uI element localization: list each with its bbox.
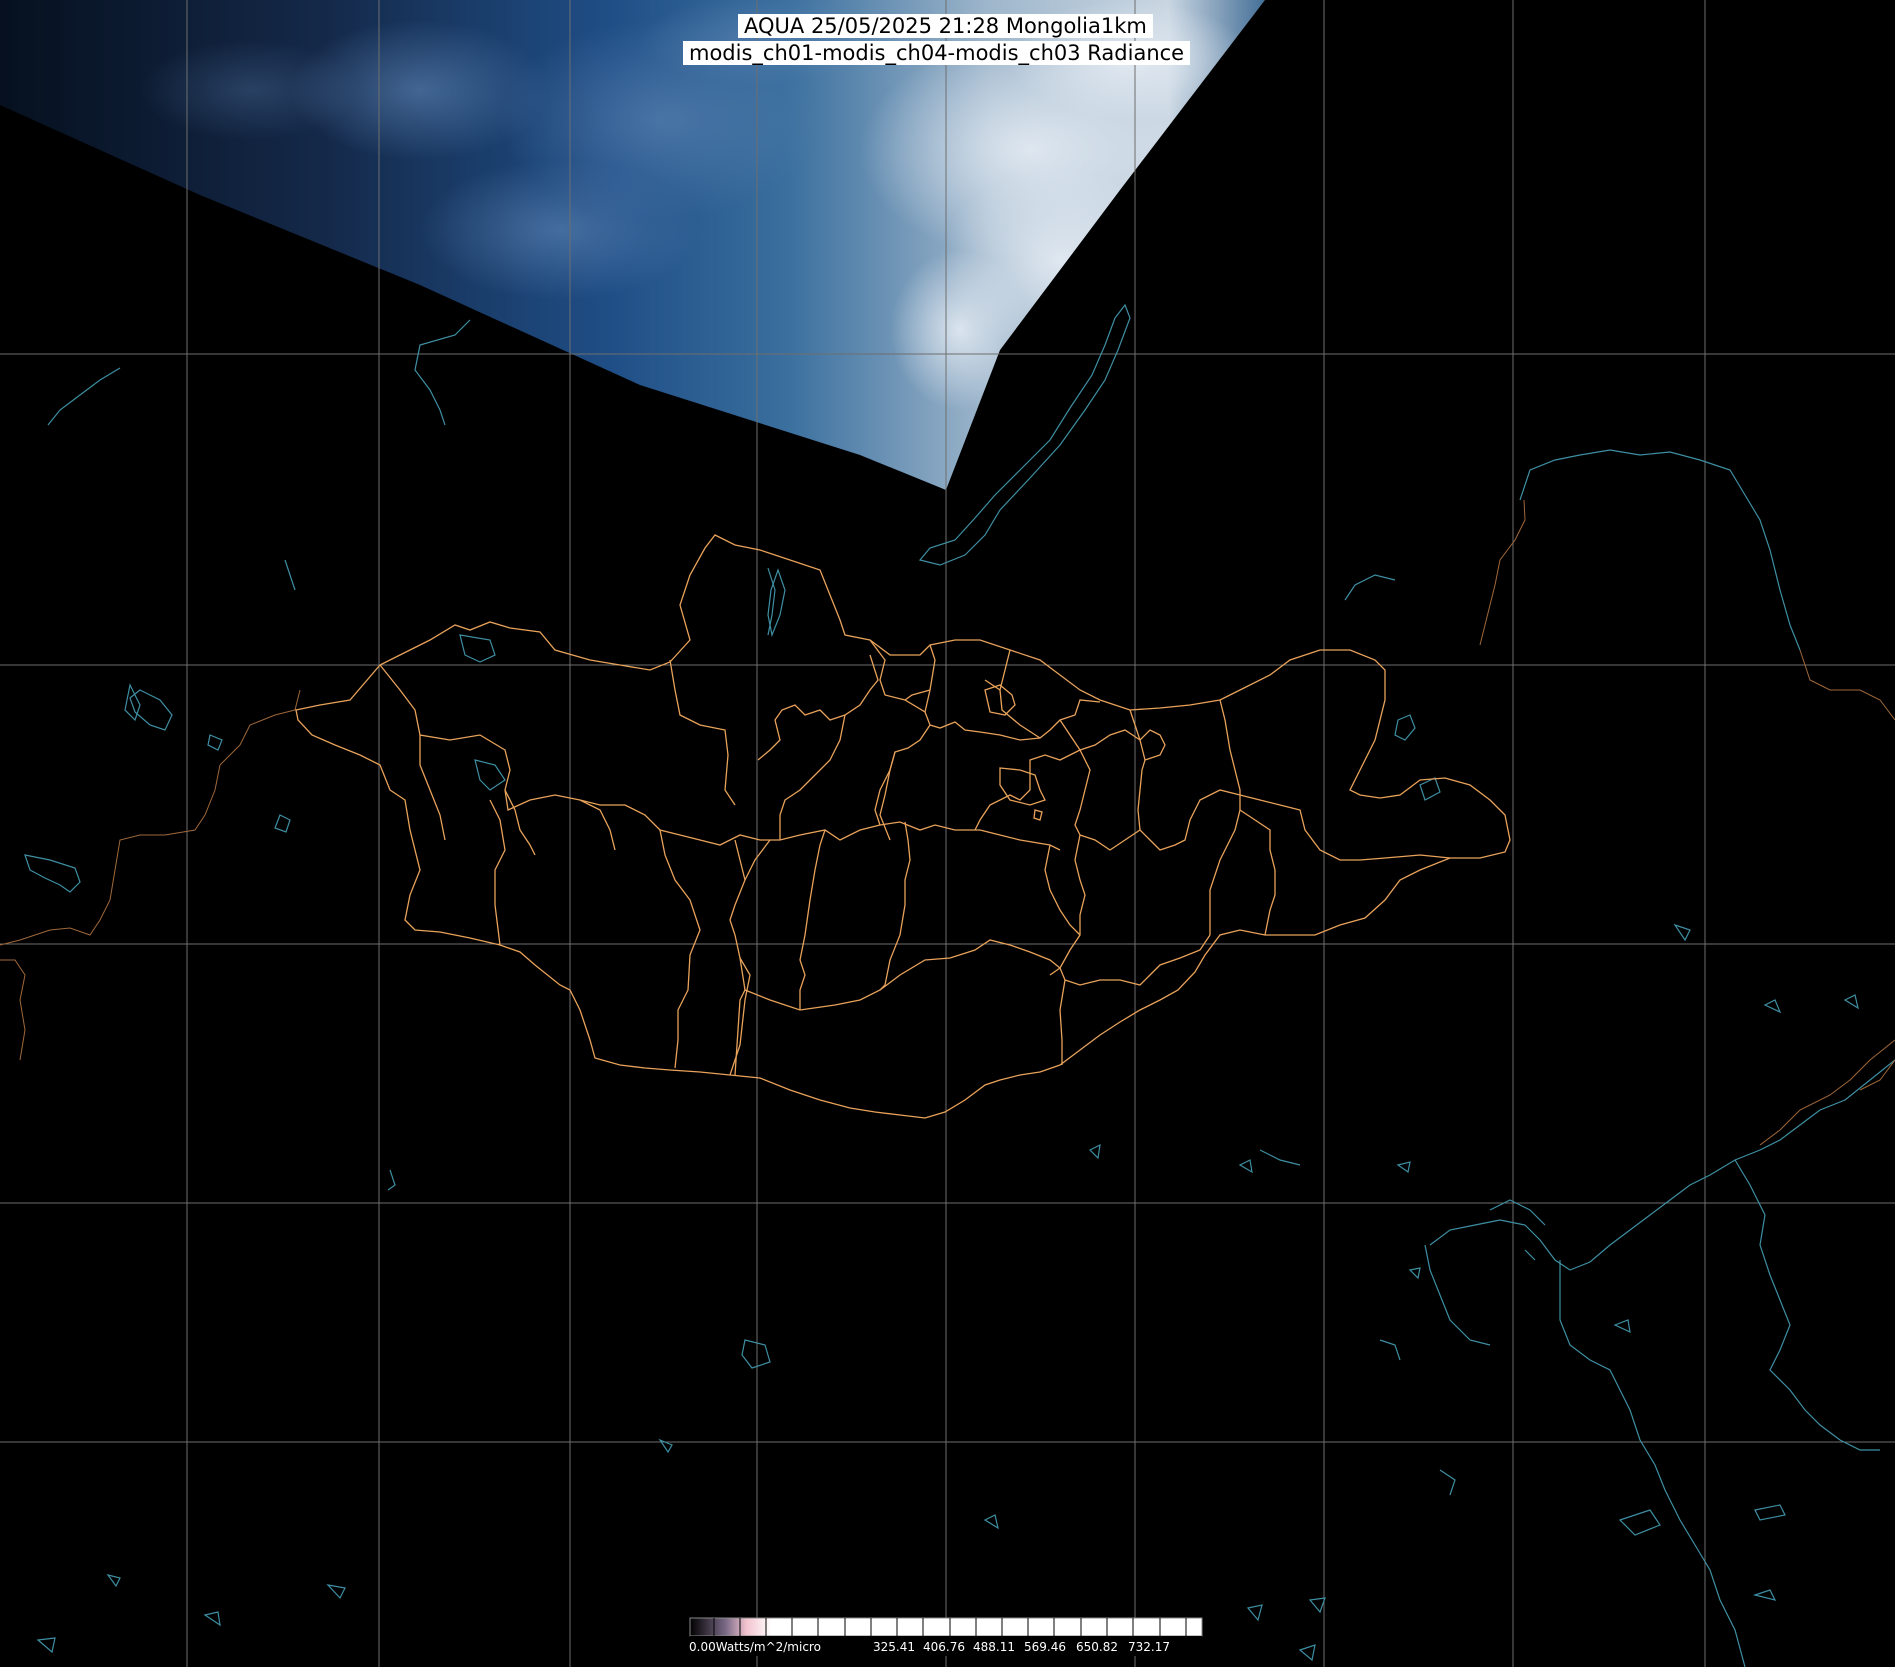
map-subtitle: modis_ch01-modis_ch04-modis_ch03 Radianc… bbox=[683, 41, 1191, 65]
legend-tick-label: 732.17 bbox=[1128, 1640, 1170, 1654]
legend-tick-label: 406.76 bbox=[923, 1640, 965, 1654]
legend-tick-label: 325.41 bbox=[873, 1640, 915, 1654]
legend-tick-label: 569.46 bbox=[1024, 1640, 1066, 1654]
map-title: AQUA 25/05/2025 21:28 Mongolia1km bbox=[738, 14, 1153, 38]
satellite-map bbox=[0, 0, 1895, 1667]
legend-tick-label: 650.82 bbox=[1076, 1640, 1118, 1654]
legend-tick-label: 488.11 bbox=[973, 1640, 1015, 1654]
legend-unit-label: 0.00Watts/m^2/micro bbox=[689, 1640, 821, 1654]
